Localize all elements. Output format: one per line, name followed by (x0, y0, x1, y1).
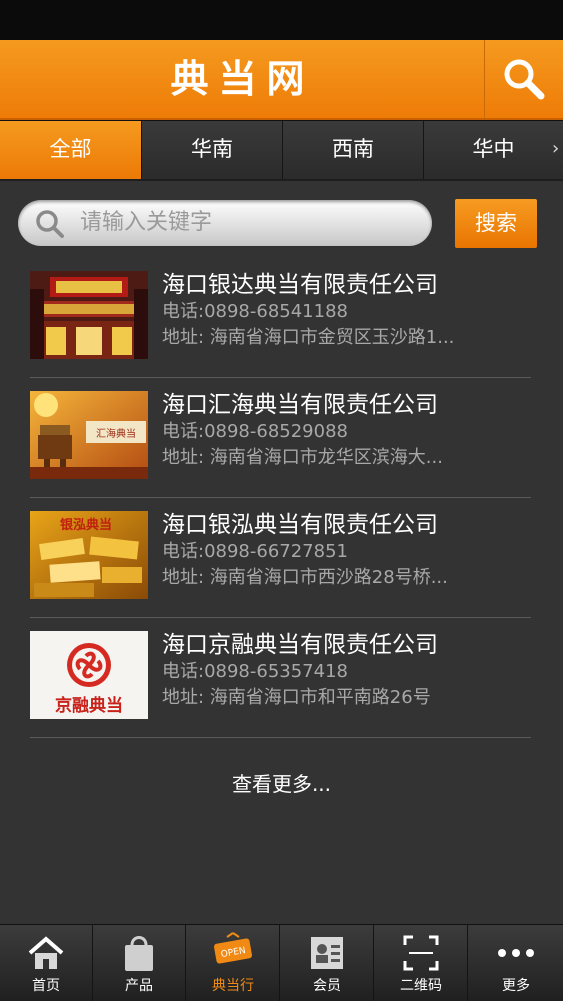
home-icon (28, 936, 64, 969)
nav-member[interactable]: 会员 (281, 925, 374, 1001)
search-submit-button[interactable]: 搜索 (455, 199, 537, 248)
listing-address: 地址: 海南省海口市西沙路28号桥... (162, 567, 448, 588)
search-input[interactable]: 请输入关键字 (18, 200, 432, 246)
listing-thumbnail: 银泓典当 (30, 511, 148, 599)
list-item[interactable]: 汇海典当 海口汇海典当有限责任公司 电话:0898-68529088 地址: 海… (30, 377, 531, 498)
nav-pawnshops[interactable]: OPEN 典当行 (187, 925, 280, 1001)
bag-icon (125, 936, 153, 971)
open-sign-icon: OPEN (214, 932, 252, 964)
status-bar (0, 0, 563, 40)
listing-phone: 电话:0898-68529088 (162, 421, 348, 442)
view-more-link[interactable]: 查看更多... (0, 768, 563, 797)
more-dots-icon (498, 949, 534, 957)
list-item[interactable]: 京融典当 海口京融典当有限责任公司 电话:0898-65357418 地址: 海… (30, 617, 531, 738)
tabs-scroll-right-icon[interactable]: › (552, 121, 559, 179)
nav-home[interactable]: 首页 (0, 925, 93, 1001)
member-card-icon (311, 937, 343, 969)
search-icon (504, 59, 545, 100)
nav-qrcode[interactable]: 二维码 (375, 925, 468, 1001)
page-title: 典当网 (170, 57, 315, 101)
nav-label: 更多 (502, 978, 530, 994)
listing-phone: 电话:0898-66727851 (162, 541, 348, 562)
tab-south-china[interactable]: 华南 (142, 121, 283, 179)
region-tabs: ‹ 全部 华南 西南 华中 › (0, 120, 563, 181)
nav-products[interactable]: 产品 (93, 925, 186, 1001)
tab-all[interactable]: 全部 (0, 121, 142, 179)
listing-thumbnail: 汇海典当 (30, 391, 148, 479)
listing-name: 海口京融典当有限责任公司 (162, 632, 438, 658)
listing-name: 海口汇海典当有限责任公司 (162, 392, 438, 418)
listing-thumbnail (30, 271, 148, 359)
nav-label: 典当行 (212, 978, 254, 994)
app-header: 典当网 (0, 40, 563, 120)
header-search-button[interactable] (484, 40, 563, 118)
qr-scan-icon (403, 935, 439, 971)
listing-address: 地址: 海南省海口市龙华区滨海大... (162, 447, 443, 468)
listing-thumbnail: 京融典当 (30, 631, 148, 719)
nav-label: 二维码 (400, 978, 442, 994)
listing-phone: 电话:0898-65357418 (162, 661, 348, 682)
thumb-logo-text: 京融典当 (55, 695, 123, 716)
thumb-sign-text: 银泓典当 (60, 517, 112, 533)
listing-address: 地址: 海南省海口市金贸区玉沙路1... (162, 327, 455, 348)
nav-label: 首页 (32, 978, 60, 994)
listing-name: 海口银达典当有限责任公司 (162, 272, 438, 298)
nav-more[interactable]: 更多 (469, 925, 563, 1001)
list-item[interactable]: 银泓典当 海口银泓典当有限责任公司 电话:0898-66727851 地址: 海… (30, 497, 531, 618)
tab-southwest[interactable]: 西南 (283, 121, 424, 179)
bottom-nav: 首页 产品 OPEN 典当行 会员 二维码 更多 (0, 924, 563, 1001)
nav-label: 产品 (125, 978, 153, 994)
list-item[interactable]: 海口银达典当有限责任公司 电话:0898-68541188 地址: 海南省海口市… (30, 257, 531, 378)
listing-address: 地址: 海南省海口市和平南路26号 (162, 687, 431, 708)
search-placeholder: 请输入关键字 (80, 210, 213, 235)
tab-central-china[interactable]: 华中 (424, 121, 563, 179)
search-icon (36, 210, 64, 238)
listing-phone: 电话:0898-68541188 (162, 301, 348, 322)
thumb-sign-text: 汇海典当 (96, 427, 136, 440)
listing-name: 海口银泓典当有限责任公司 (162, 512, 438, 538)
nav-label: 会员 (313, 978, 341, 994)
